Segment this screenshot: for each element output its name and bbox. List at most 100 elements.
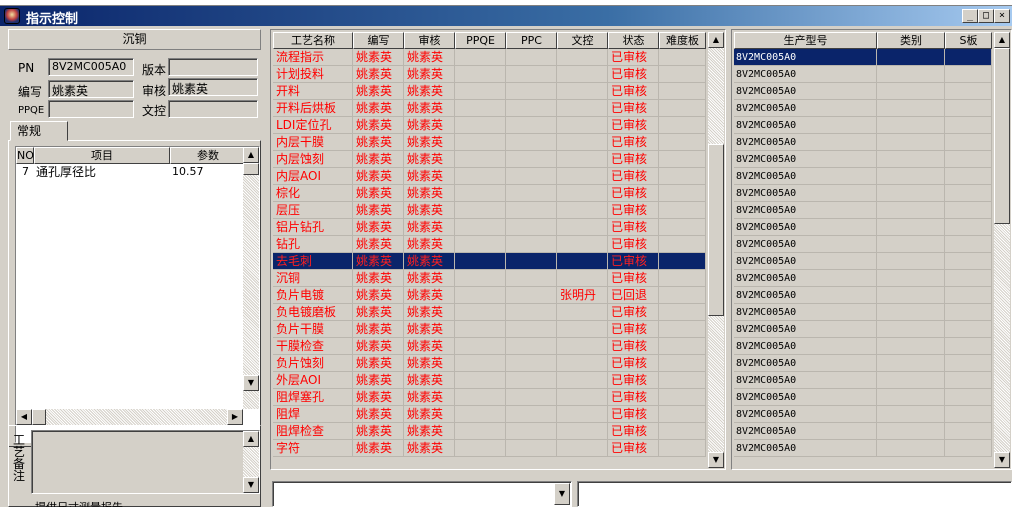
bottom-memo-field[interactable] — [577, 481, 1012, 507]
column-header-author[interactable]: 编写 — [353, 32, 404, 49]
column-header-s-board[interactable]: S板 — [945, 32, 992, 49]
scroll-up-button[interactable]: ▲ — [243, 147, 259, 163]
cell-ppqe — [455, 304, 506, 321]
cell-ppc — [506, 168, 557, 185]
chevron-down-icon[interactable]: ▼ — [554, 483, 570, 505]
cell-difficulty-board — [659, 270, 706, 287]
cell-process-name: 层压 — [273, 202, 353, 219]
cell-status: 已审核 — [608, 406, 659, 423]
column-header-status[interactable]: 状态 — [608, 32, 659, 49]
scroll-left-button[interactable]: ◀ — [16, 409, 32, 425]
author-field[interactable]: 姚素英 — [48, 80, 134, 98]
column-header-category[interactable]: 类别 — [877, 32, 945, 49]
cell-production-model: 8V2MC005A0 — [734, 83, 877, 100]
process-notes-field[interactable]: ▲ ▼ — [31, 430, 260, 494]
scroll-thumb[interactable] — [243, 163, 259, 175]
param-header-value[interactable]: 参数 — [170, 147, 246, 164]
cell-s-board — [945, 219, 992, 236]
cell-process-name: 开料后烘板 — [273, 100, 353, 117]
cell-ppc — [506, 355, 557, 372]
hscroll-thumb[interactable] — [32, 409, 46, 425]
model-scroll-up[interactable]: ▲ — [994, 32, 1010, 48]
cell-author: 姚素英 — [353, 355, 404, 372]
cell-ppqe — [455, 321, 506, 338]
cell-reviewer: 姚素英 — [404, 202, 455, 219]
cell-author: 姚素英 — [353, 151, 404, 168]
ppqe-field[interactable] — [48, 100, 134, 118]
cell-category — [877, 185, 945, 202]
cell-production-model: 8V2MC005A0 — [734, 423, 877, 440]
cell-author: 姚素英 — [353, 287, 404, 304]
process-scroll-up[interactable]: ▲ — [708, 32, 724, 48]
column-header-ppc[interactable]: PPC — [506, 32, 557, 49]
cell-process-name: 阻焊塞孔 — [273, 389, 353, 406]
notes-scrollbar[interactable]: ▲ ▼ — [243, 431, 259, 493]
cell-status: 已审核 — [608, 236, 659, 253]
cell-ppqe — [455, 134, 506, 151]
cell-reviewer: 姚素英 — [404, 321, 455, 338]
cell-ppqe — [455, 423, 506, 440]
cell-ppqe — [455, 117, 506, 134]
column-header-doc-control[interactable]: 文控 — [557, 32, 608, 49]
notes-scroll-down[interactable]: ▼ — [243, 477, 259, 493]
cell-status: 已回退 — [608, 287, 659, 304]
param-vertical-scrollbar[interactable]: ▲ ▼ — [243, 147, 259, 409]
column-header-process-name[interactable]: 工艺名称 — [273, 32, 353, 49]
tab-general[interactable]: 常规 — [10, 121, 68, 141]
cell-ppqe — [455, 338, 506, 355]
model-scroll-down[interactable]: ▼ — [994, 452, 1010, 468]
scroll-down-button[interactable]: ▼ — [243, 375, 259, 391]
version-field[interactable] — [168, 58, 258, 76]
maximize-button[interactable]: □ — [978, 9, 994, 23]
cell-category — [877, 66, 945, 83]
cell-category — [877, 287, 945, 304]
notes-scroll-up[interactable]: ▲ — [243, 431, 259, 447]
cell-category — [877, 117, 945, 134]
close-button[interactable]: × — [994, 9, 1010, 23]
cell-reviewer: 姚素英 — [404, 185, 455, 202]
cell-author: 姚素英 — [353, 440, 404, 457]
column-header-ppqe[interactable]: PPQE — [455, 32, 506, 49]
ppqe-label: PPQE — [18, 105, 45, 116]
cell-doc-control — [557, 372, 608, 389]
cell-status: 已审核 — [608, 253, 659, 270]
cell-production-model: 8V2MC005A0 — [734, 66, 877, 83]
cell-reviewer: 姚素英 — [404, 440, 455, 457]
model-scroll-thumb[interactable] — [994, 48, 1010, 224]
cell-doc-control — [557, 423, 608, 440]
cell-production-model: 8V2MC005A0 — [734, 406, 877, 423]
cell-reviewer: 姚素英 — [404, 389, 455, 406]
review-field[interactable]: 姚素英 — [168, 78, 258, 96]
model-grid-scrollbar[interactable]: ▲ ▼ — [994, 32, 1010, 468]
window-titlebar: 指示控制 _ □ × — [0, 6, 1012, 27]
cell-doc-control: 张明丹 — [557, 287, 608, 304]
cell-status: 已审核 — [608, 100, 659, 117]
process-grid-scrollbar[interactable]: ▲ ▼ — [708, 32, 724, 468]
process-scroll-thumb[interactable] — [708, 144, 724, 316]
cell-reviewer: 姚素英 — [404, 168, 455, 185]
cell-production-model: 8V2MC005A0 — [734, 168, 877, 185]
cell-ppc — [506, 321, 557, 338]
param-horizontal-scrollbar[interactable]: ◀ ▶ — [16, 409, 243, 425]
pn-field[interactable]: 8V2MC005A0 — [48, 58, 134, 76]
cell-production-model: 8V2MC005A0 — [734, 151, 877, 168]
doc-control-field[interactable] — [168, 100, 258, 118]
bottom-combo-box[interactable]: ▼ — [272, 481, 572, 507]
minimize-button[interactable]: _ — [962, 9, 978, 23]
process-scroll-down[interactable]: ▼ — [708, 452, 724, 468]
column-header-production-model[interactable]: 生产型号 — [734, 32, 877, 49]
cell-category — [877, 338, 945, 355]
cell-process-name: LDI定位孔 — [273, 117, 353, 134]
cell-difficulty-board — [659, 151, 706, 168]
cell-status: 已审核 — [608, 168, 659, 185]
cell-status: 已审核 — [608, 423, 659, 440]
scroll-right-button[interactable]: ▶ — [227, 409, 243, 425]
column-header-difficulty-board[interactable]: 难度板 — [659, 32, 706, 49]
cell-process-name: 负片蚀刻 — [273, 355, 353, 372]
param-header-item[interactable]: 项目 — [34, 147, 170, 164]
cell-doc-control — [557, 236, 608, 253]
param-header-no[interactable]: NO — [16, 147, 34, 164]
cell-process-name: 棕化 — [273, 185, 353, 202]
cell-production-model: 8V2MC005A0 — [734, 321, 877, 338]
column-header-reviewer[interactable]: 审核 — [404, 32, 455, 49]
